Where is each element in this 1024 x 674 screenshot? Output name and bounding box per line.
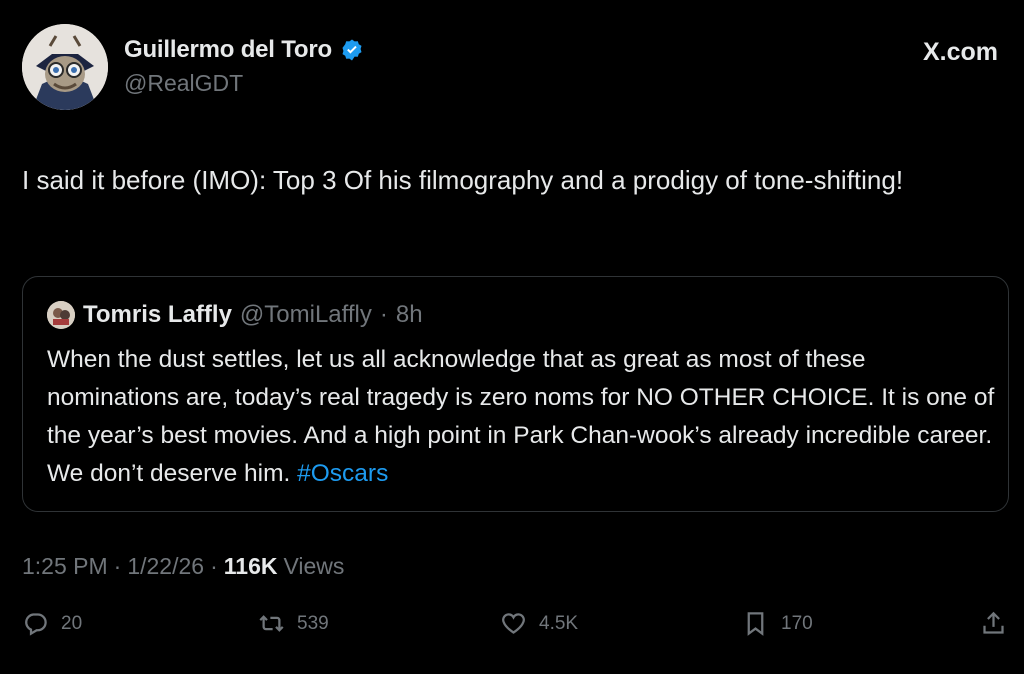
meta-separator: · <box>113 553 122 579</box>
tweet-time[interactable]: 1:25 PM <box>22 553 108 580</box>
quoted-separator: · <box>379 301 388 328</box>
hashtag-link[interactable]: #Oscars <box>297 460 388 487</box>
quoted-author-name[interactable]: Tomris Laffly <box>83 301 232 329</box>
tweet-text: I said it before (IMO): Top 3 Of his fil… <box>22 165 904 195</box>
author-info: Guillermo del Toro @RealGDT <box>124 36 364 97</box>
action-bar: 20 539 4.5K 170 <box>22 610 1008 644</box>
quoted-tweet[interactable]: Tomris Laffly @TomiLaffly · 8h When the … <box>22 276 1009 512</box>
quoted-timestamp[interactable]: 8h <box>396 301 423 329</box>
repost-button[interactable]: 539 <box>258 610 329 637</box>
tweet-date[interactable]: 1/22/26 <box>127 553 204 580</box>
quoted-tweet-header: Tomris Laffly @TomiLaffly · 8h <box>47 301 423 329</box>
quoted-author-avatar[interactable] <box>47 301 75 329</box>
like-button[interactable]: 4.5K <box>500 610 578 637</box>
reply-button[interactable]: 20 <box>22 610 82 637</box>
author-display-name[interactable]: Guillermo del Toro <box>124 36 332 64</box>
repost-icon <box>259 615 284 632</box>
like-icon <box>502 613 525 634</box>
quoted-author-handle[interactable]: @TomiLaffly <box>240 301 372 329</box>
like-count: 4.5K <box>539 612 579 634</box>
brand-watermark: X.com <box>922 38 998 66</box>
bookmark-button[interactable]: 170 <box>742 610 813 637</box>
author-handle[interactable]: @RealGDT <box>124 70 364 97</box>
share-button[interactable] <box>980 610 1007 637</box>
quoted-text-body: When the dust settles, let us all acknow… <box>47 346 995 487</box>
views-label: Views <box>283 553 345 579</box>
verified-badge-icon[interactable] <box>340 38 364 62</box>
tweet-header: Guillermo del Toro @RealGDT X.com <box>22 24 998 114</box>
avatar-illustration <box>22 24 108 110</box>
author-avatar[interactable] <box>22 24 108 110</box>
quoted-tweet-text: When the dust settles, let us all acknow… <box>47 341 997 493</box>
bookmark-count: 170 <box>781 612 813 634</box>
repost-count: 539 <box>297 612 329 634</box>
reply-icon <box>25 613 47 636</box>
reply-count: 20 <box>61 612 83 634</box>
author-name-row: Guillermo del Toro <box>124 36 364 64</box>
meta-separator: · <box>210 553 218 579</box>
bookmark-icon <box>747 612 764 636</box>
tweet-meta: 1:25 PM · 1/22/26 · 116K Views <box>22 553 344 580</box>
views-count: 116K <box>223 553 278 579</box>
share-icon <box>983 611 1004 634</box>
